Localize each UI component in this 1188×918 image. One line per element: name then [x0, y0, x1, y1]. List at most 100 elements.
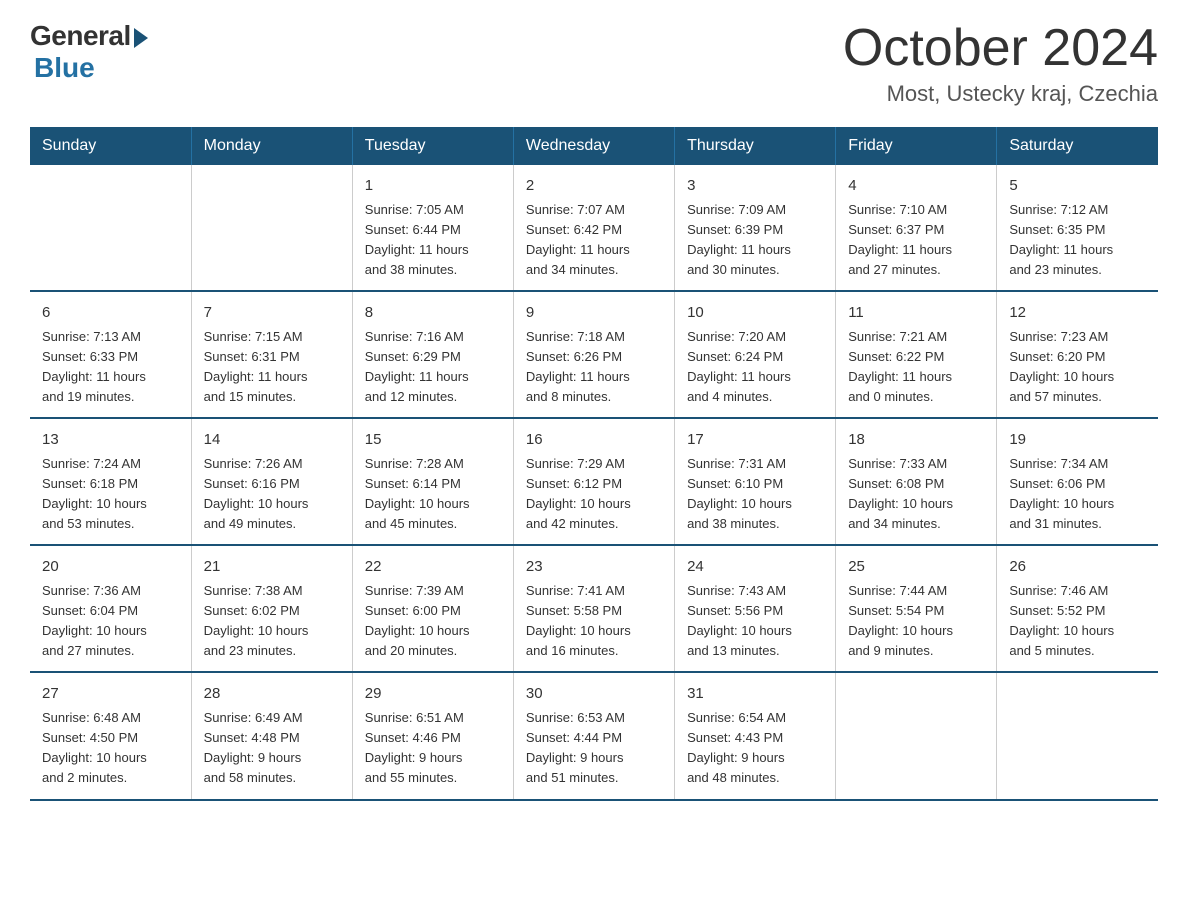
- weekday-header-saturday: Saturday: [997, 127, 1158, 165]
- logo: General Blue: [30, 20, 148, 84]
- calendar-cell: 2Sunrise: 7:07 AMSunset: 6:42 PMDaylight…: [513, 165, 674, 291]
- calendar-cell: 5Sunrise: 7:12 AMSunset: 6:35 PMDaylight…: [997, 165, 1158, 291]
- day-info: Sunrise: 7:20 AMSunset: 6:24 PMDaylight:…: [687, 327, 823, 408]
- day-info: Sunrise: 7:31 AMSunset: 6:10 PMDaylight:…: [687, 454, 823, 535]
- day-info: Sunrise: 7:09 AMSunset: 6:39 PMDaylight:…: [687, 200, 823, 281]
- day-number: 3: [687, 175, 823, 198]
- day-number: 5: [1009, 175, 1146, 198]
- calendar-cell: 11Sunrise: 7:21 AMSunset: 6:22 PMDayligh…: [836, 291, 997, 418]
- calendar-cell: 18Sunrise: 7:33 AMSunset: 6:08 PMDayligh…: [836, 418, 997, 545]
- calendar-cell: 7Sunrise: 7:15 AMSunset: 6:31 PMDaylight…: [191, 291, 352, 418]
- day-number: 22: [365, 556, 501, 579]
- calendar-cell: 10Sunrise: 7:20 AMSunset: 6:24 PMDayligh…: [675, 291, 836, 418]
- day-info: Sunrise: 7:38 AMSunset: 6:02 PMDaylight:…: [204, 581, 340, 662]
- calendar-cell: 29Sunrise: 6:51 AMSunset: 4:46 PMDayligh…: [352, 672, 513, 799]
- day-info: Sunrise: 7:15 AMSunset: 6:31 PMDaylight:…: [204, 327, 340, 408]
- calendar-cell: 26Sunrise: 7:46 AMSunset: 5:52 PMDayligh…: [997, 545, 1158, 672]
- day-info: Sunrise: 7:46 AMSunset: 5:52 PMDaylight:…: [1009, 581, 1146, 662]
- day-number: 13: [42, 429, 179, 452]
- day-info: Sunrise: 7:16 AMSunset: 6:29 PMDaylight:…: [365, 327, 501, 408]
- day-number: 19: [1009, 429, 1146, 452]
- calendar-cell: 12Sunrise: 7:23 AMSunset: 6:20 PMDayligh…: [997, 291, 1158, 418]
- day-number: 25: [848, 556, 984, 579]
- calendar-cell: 8Sunrise: 7:16 AMSunset: 6:29 PMDaylight…: [352, 291, 513, 418]
- day-info: Sunrise: 6:51 AMSunset: 4:46 PMDaylight:…: [365, 708, 501, 789]
- day-info: Sunrise: 7:39 AMSunset: 6:00 PMDaylight:…: [365, 581, 501, 662]
- calendar-cell: 24Sunrise: 7:43 AMSunset: 5:56 PMDayligh…: [675, 545, 836, 672]
- day-number: 1: [365, 175, 501, 198]
- day-number: 31: [687, 683, 823, 706]
- day-number: 16: [526, 429, 662, 452]
- day-number: 15: [365, 429, 501, 452]
- weekday-header-sunday: Sunday: [30, 127, 191, 165]
- calendar-cell: 13Sunrise: 7:24 AMSunset: 6:18 PMDayligh…: [30, 418, 191, 545]
- weekday-header-thursday: Thursday: [675, 127, 836, 165]
- day-number: 12: [1009, 302, 1146, 325]
- day-info: Sunrise: 6:49 AMSunset: 4:48 PMDaylight:…: [204, 708, 340, 789]
- day-number: 17: [687, 429, 823, 452]
- calendar-cell: 15Sunrise: 7:28 AMSunset: 6:14 PMDayligh…: [352, 418, 513, 545]
- day-number: 21: [204, 556, 340, 579]
- day-number: 29: [365, 683, 501, 706]
- calendar-cell: 14Sunrise: 7:26 AMSunset: 6:16 PMDayligh…: [191, 418, 352, 545]
- calendar-header: SundayMondayTuesdayWednesdayThursdayFrid…: [30, 127, 1158, 165]
- day-info: Sunrise: 6:54 AMSunset: 4:43 PMDaylight:…: [687, 708, 823, 789]
- calendar-cell: 21Sunrise: 7:38 AMSunset: 6:02 PMDayligh…: [191, 545, 352, 672]
- day-number: 6: [42, 302, 179, 325]
- calendar-cell: 3Sunrise: 7:09 AMSunset: 6:39 PMDaylight…: [675, 165, 836, 291]
- weekday-header-wednesday: Wednesday: [513, 127, 674, 165]
- day-info: Sunrise: 7:29 AMSunset: 6:12 PMDaylight:…: [526, 454, 662, 535]
- day-info: Sunrise: 7:10 AMSunset: 6:37 PMDaylight:…: [848, 200, 984, 281]
- calendar-cell: 17Sunrise: 7:31 AMSunset: 6:10 PMDayligh…: [675, 418, 836, 545]
- page-header: General Blue October 2024 Most, Ustecky …: [30, 20, 1158, 107]
- calendar-row-5: 27Sunrise: 6:48 AMSunset: 4:50 PMDayligh…: [30, 672, 1158, 799]
- day-number: 9: [526, 302, 662, 325]
- weekday-header-row: SundayMondayTuesdayWednesdayThursdayFrid…: [30, 127, 1158, 165]
- day-info: Sunrise: 7:18 AMSunset: 6:26 PMDaylight:…: [526, 327, 662, 408]
- day-info: Sunrise: 7:43 AMSunset: 5:56 PMDaylight:…: [687, 581, 823, 662]
- day-info: Sunrise: 7:24 AMSunset: 6:18 PMDaylight:…: [42, 454, 179, 535]
- calendar-cell: 30Sunrise: 6:53 AMSunset: 4:44 PMDayligh…: [513, 672, 674, 799]
- day-number: 10: [687, 302, 823, 325]
- day-number: 18: [848, 429, 984, 452]
- day-info: Sunrise: 7:41 AMSunset: 5:58 PMDaylight:…: [526, 581, 662, 662]
- day-number: 24: [687, 556, 823, 579]
- day-info: Sunrise: 7:23 AMSunset: 6:20 PMDaylight:…: [1009, 327, 1146, 408]
- day-info: Sunrise: 7:07 AMSunset: 6:42 PMDaylight:…: [526, 200, 662, 281]
- day-number: 30: [526, 683, 662, 706]
- calendar-cell: 19Sunrise: 7:34 AMSunset: 6:06 PMDayligh…: [997, 418, 1158, 545]
- calendar-cell: [997, 672, 1158, 799]
- day-info: Sunrise: 7:13 AMSunset: 6:33 PMDaylight:…: [42, 327, 179, 408]
- location-title: Most, Ustecky kraj, Czechia: [843, 81, 1158, 107]
- day-number: 4: [848, 175, 984, 198]
- day-info: Sunrise: 7:26 AMSunset: 6:16 PMDaylight:…: [204, 454, 340, 535]
- calendar-table: SundayMondayTuesdayWednesdayThursdayFrid…: [30, 127, 1158, 800]
- calendar-cell: [191, 165, 352, 291]
- day-number: 8: [365, 302, 501, 325]
- day-number: 20: [42, 556, 179, 579]
- day-number: 14: [204, 429, 340, 452]
- day-info: Sunrise: 7:28 AMSunset: 6:14 PMDaylight:…: [365, 454, 501, 535]
- day-info: Sunrise: 7:44 AMSunset: 5:54 PMDaylight:…: [848, 581, 984, 662]
- calendar-cell: 9Sunrise: 7:18 AMSunset: 6:26 PMDaylight…: [513, 291, 674, 418]
- day-info: Sunrise: 7:34 AMSunset: 6:06 PMDaylight:…: [1009, 454, 1146, 535]
- calendar-row-3: 13Sunrise: 7:24 AMSunset: 6:18 PMDayligh…: [30, 418, 1158, 545]
- day-number: 28: [204, 683, 340, 706]
- calendar-cell: 28Sunrise: 6:49 AMSunset: 4:48 PMDayligh…: [191, 672, 352, 799]
- day-info: Sunrise: 6:48 AMSunset: 4:50 PMDaylight:…: [42, 708, 179, 789]
- calendar-cell: 1Sunrise: 7:05 AMSunset: 6:44 PMDaylight…: [352, 165, 513, 291]
- calendar-cell: 20Sunrise: 7:36 AMSunset: 6:04 PMDayligh…: [30, 545, 191, 672]
- day-number: 2: [526, 175, 662, 198]
- calendar-cell: 4Sunrise: 7:10 AMSunset: 6:37 PMDaylight…: [836, 165, 997, 291]
- day-info: Sunrise: 7:21 AMSunset: 6:22 PMDaylight:…: [848, 327, 984, 408]
- calendar-cell: 22Sunrise: 7:39 AMSunset: 6:00 PMDayligh…: [352, 545, 513, 672]
- calendar-cell: 27Sunrise: 6:48 AMSunset: 4:50 PMDayligh…: [30, 672, 191, 799]
- calendar-cell: 25Sunrise: 7:44 AMSunset: 5:54 PMDayligh…: [836, 545, 997, 672]
- day-number: 27: [42, 683, 179, 706]
- day-info: Sunrise: 7:12 AMSunset: 6:35 PMDaylight:…: [1009, 200, 1146, 281]
- calendar-cell: 23Sunrise: 7:41 AMSunset: 5:58 PMDayligh…: [513, 545, 674, 672]
- calendar-row-2: 6Sunrise: 7:13 AMSunset: 6:33 PMDaylight…: [30, 291, 1158, 418]
- calendar-cell: 6Sunrise: 7:13 AMSunset: 6:33 PMDaylight…: [30, 291, 191, 418]
- title-block: October 2024 Most, Ustecky kraj, Czechia: [843, 20, 1158, 107]
- weekday-header-tuesday: Tuesday: [352, 127, 513, 165]
